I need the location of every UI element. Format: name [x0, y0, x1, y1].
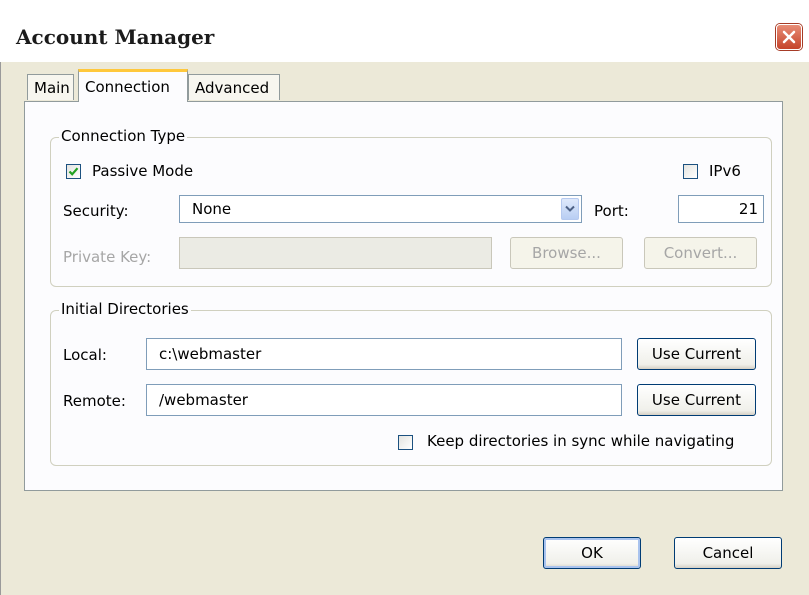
- tab-main-label: Main: [34, 79, 70, 97]
- initial-directories-group: Initial Directories Local: c:\webmaster …: [50, 300, 772, 466]
- initial-directories-title: Initial Directories: [59, 300, 191, 318]
- private-key-input[interactable]: [179, 237, 492, 269]
- tab-main[interactable]: Main: [27, 74, 74, 100]
- close-icon: [782, 30, 796, 44]
- local-use-current-button[interactable]: Use Current: [637, 338, 756, 370]
- tab-advanced[interactable]: Advanced: [188, 74, 280, 100]
- port-label: Port:: [594, 202, 629, 220]
- passive-mode-checkbox[interactable]: [66, 164, 81, 179]
- convert-button-label: Convert...: [663, 244, 738, 262]
- ipv6-checkbox[interactable]: [683, 164, 698, 179]
- ok-button-label: OK: [581, 544, 603, 562]
- keep-sync-label: Keep directories in sync while navigatin…: [427, 432, 735, 450]
- ipv6-label: IPv6: [709, 162, 741, 180]
- window-title: Account Manager: [16, 25, 215, 49]
- local-directory-value: c:\webmaster: [159, 345, 262, 363]
- security-label: Security:: [63, 202, 129, 220]
- convert-button[interactable]: Convert...: [644, 237, 757, 269]
- title-bar[interactable]: Account Manager: [0, 0, 809, 62]
- security-select[interactable]: None: [179, 195, 582, 223]
- remote-use-current-button[interactable]: Use Current: [637, 384, 756, 416]
- remote-directory-value: /webmaster: [159, 391, 248, 409]
- keep-sync-checkbox[interactable]: [398, 435, 413, 450]
- passive-mode-label: Passive Mode: [92, 162, 194, 180]
- connection-type-title: Connection Type: [59, 127, 188, 145]
- browse-button-label: Browse...: [532, 244, 601, 262]
- remote-label: Remote:: [63, 392, 126, 410]
- browse-button[interactable]: Browse...: [510, 237, 623, 269]
- checkmark-icon: [68, 167, 79, 176]
- remote-directory-input[interactable]: /webmaster: [146, 384, 622, 416]
- tab-connection-label: Connection: [85, 78, 170, 96]
- cancel-button[interactable]: Cancel: [674, 537, 782, 569]
- local-use-current-label: Use Current: [651, 345, 742, 363]
- port-input[interactable]: 21: [678, 195, 764, 223]
- security-value: None: [192, 200, 232, 218]
- connection-type-group: Connection Type Passive Mode IPv6 Securi…: [50, 127, 772, 287]
- chevron-down-icon: [565, 205, 575, 212]
- close-button[interactable]: [776, 24, 802, 50]
- security-dropdown-button[interactable]: [561, 198, 579, 220]
- remote-use-current-label: Use Current: [651, 391, 742, 409]
- ok-button[interactable]: OK: [543, 537, 641, 569]
- window-border: [0, 62, 10, 595]
- private-key-label: Private Key:: [63, 248, 152, 266]
- local-directory-input[interactable]: c:\webmaster: [146, 338, 622, 370]
- tab-connection[interactable]: Connection: [78, 69, 188, 102]
- account-manager-dialog: Account Manager Main Connection Advanced…: [0, 0, 809, 595]
- connection-tab-panel: Connection Type Passive Mode IPv6 Securi…: [24, 101, 783, 491]
- cancel-button-label: Cancel: [702, 544, 754, 562]
- local-label: Local:: [63, 346, 107, 364]
- port-value: 21: [738, 200, 758, 218]
- tab-advanced-label: Advanced: [195, 79, 270, 97]
